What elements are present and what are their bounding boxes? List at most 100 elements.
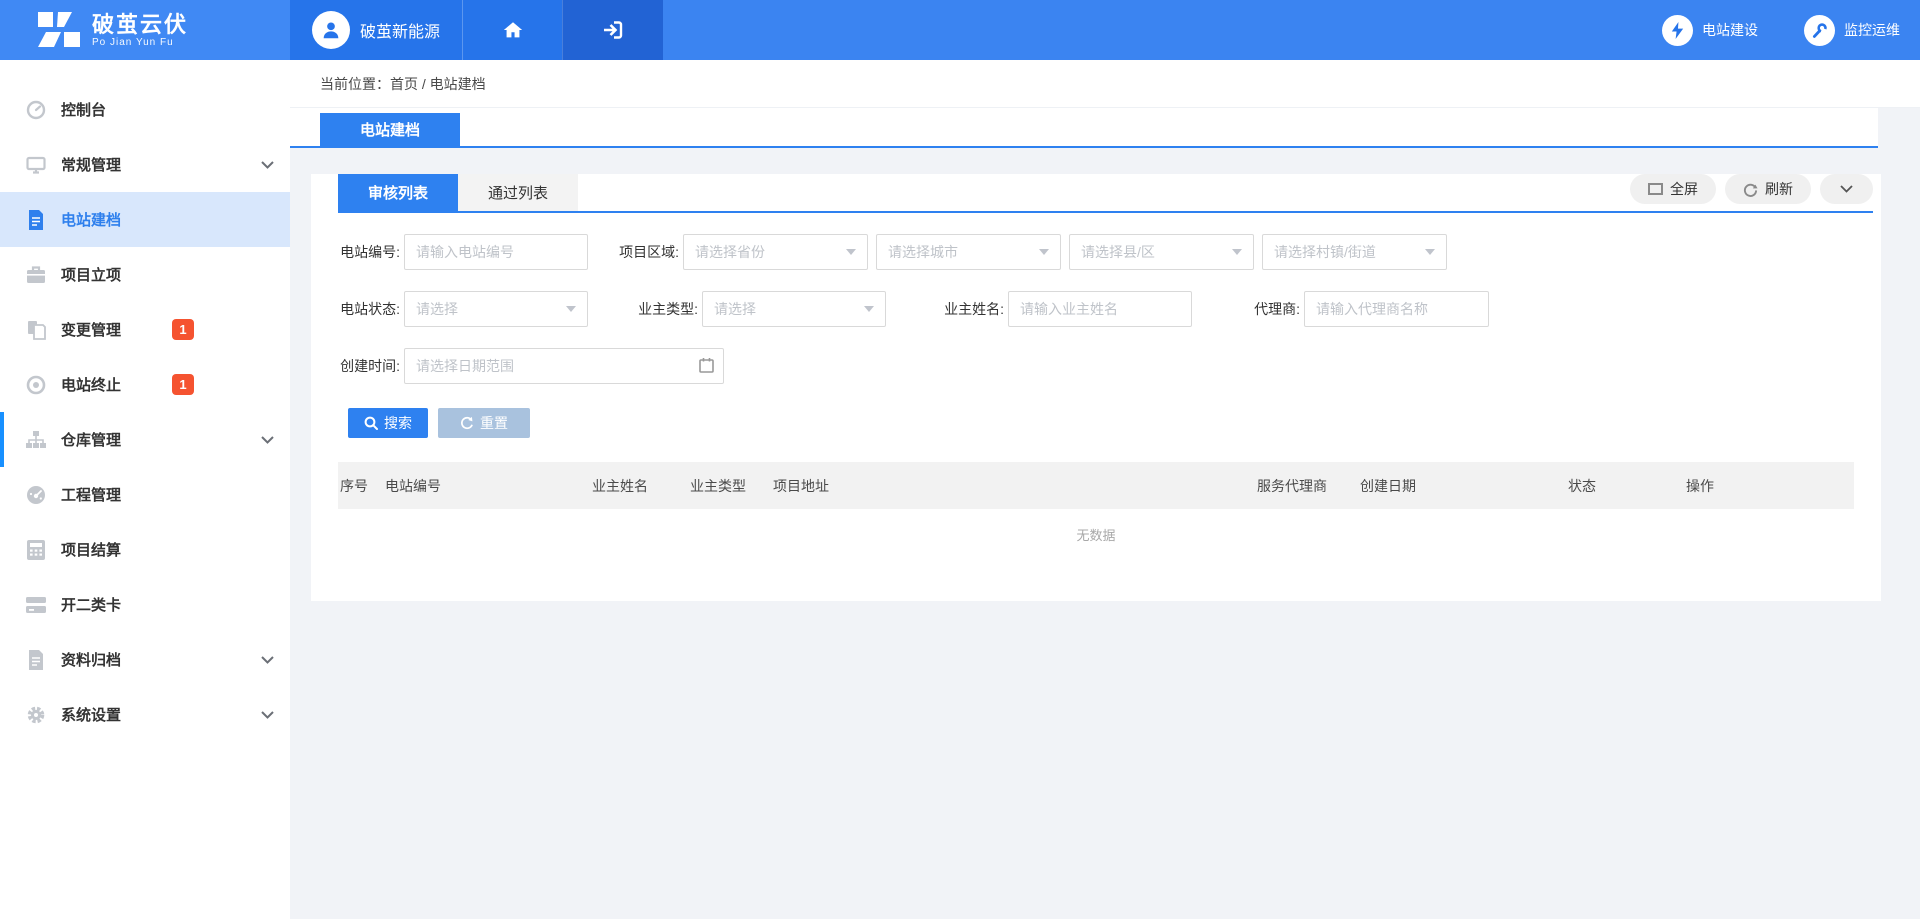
tab-review-list[interactable]: 审核列表 xyxy=(338,174,458,211)
select-placeholder: 请选择 xyxy=(714,299,756,319)
page-tab-bar: 电站建档 xyxy=(290,108,1878,148)
reset-button[interactable]: 重置 xyxy=(438,408,530,438)
nav-station-construction[interactable]: 电站建设 xyxy=(1662,15,1758,46)
tab-passed-list[interactable]: 通过列表 xyxy=(458,174,578,211)
field-label: 业主类型: xyxy=(636,299,698,319)
sidebar-item-general-mgmt[interactable]: 常规管理 xyxy=(0,137,290,192)
refresh-label: 刷新 xyxy=(1765,179,1793,199)
county-select[interactable]: 请选择县/区 xyxy=(1069,234,1254,270)
city-select[interactable]: 请选择城市 xyxy=(876,234,1061,270)
sidebar-item-open-card[interactable]: 开二类卡 xyxy=(0,577,290,632)
monitor-icon xyxy=(25,155,47,175)
refresh-icon xyxy=(1743,182,1758,197)
panel-tab-bar: 审核列表 通过列表 全屏 刷新 xyxy=(338,174,1873,213)
search-button[interactable]: 搜索 xyxy=(348,408,428,438)
province-select[interactable]: 请选择省份 xyxy=(683,234,868,270)
sidebar-item-data-archive[interactable]: 资料归档 xyxy=(0,632,290,687)
user-menu[interactable]: 破茧新能源 xyxy=(290,0,462,60)
lightning-icon xyxy=(1662,15,1693,46)
page-tab-station-filing[interactable]: 电站建档 xyxy=(320,113,460,146)
wrench-icon xyxy=(1804,15,1835,46)
fullscreen-button[interactable]: 全屏 xyxy=(1630,174,1716,204)
column-header: 业主类型 xyxy=(688,476,771,496)
brand-subtitle: Po Jian Yun Fu xyxy=(92,37,188,48)
content-area: 审核列表 通过列表 全屏 刷新 xyxy=(290,148,1920,919)
fullscreen-label: 全屏 xyxy=(1670,179,1698,199)
sidebar-item-system-settings[interactable]: 系统设置 xyxy=(0,687,290,742)
sidebar-item-label: 系统设置 xyxy=(61,704,121,725)
search-label: 搜索 xyxy=(384,413,412,433)
panel-tools: 全屏 刷新 xyxy=(1630,174,1873,204)
column-header: 操作 xyxy=(1684,476,1854,496)
dashboard-icon xyxy=(25,100,47,120)
chevron-down-icon xyxy=(261,436,274,444)
sidebar-item-label: 仓库管理 xyxy=(61,429,121,450)
filter-row-2: 电站状态: 请选择 业主类型: 请选择 业主姓名: 代理商: xyxy=(338,291,1854,327)
select-placeholder: 请选择城市 xyxy=(888,242,958,262)
nav-link-label: 监控运维 xyxy=(1844,20,1900,40)
caret-down-icon xyxy=(1425,249,1435,255)
sidebar-item-label: 开二类卡 xyxy=(61,594,121,615)
select-placeholder: 请选择村镇/街道 xyxy=(1274,242,1376,262)
sidebar-item-station-termination[interactable]: 电站终止 1 xyxy=(0,357,290,412)
sidebar-item-station-filing[interactable]: 电站建档 xyxy=(0,192,290,247)
archive-doc-icon xyxy=(25,650,47,670)
town-select[interactable]: 请选择村镇/街道 xyxy=(1262,234,1447,270)
chevron-down-icon xyxy=(261,161,274,169)
gear-icon xyxy=(25,705,47,725)
empty-state: 无数据 xyxy=(311,509,1881,574)
search-icon xyxy=(364,416,378,430)
home-button[interactable] xyxy=(462,0,562,60)
field-label: 代理商: xyxy=(1238,299,1300,319)
home-icon xyxy=(502,19,524,41)
owner-type-select[interactable]: 请选择 xyxy=(702,291,886,327)
sidebar-item-project-initiation[interactable]: 项目立项 xyxy=(0,247,290,302)
column-header: 项目地址 xyxy=(771,476,1255,496)
pages-icon xyxy=(25,320,47,340)
station-no-input[interactable] xyxy=(404,234,588,270)
top-bar-right: 电站建设 监控运维 xyxy=(663,0,1920,60)
agent-input[interactable] xyxy=(1304,291,1489,327)
sidebar-item-change-mgmt[interactable]: 变更管理 1 xyxy=(0,302,290,357)
chevron-down-icon xyxy=(261,656,274,664)
station-status-select[interactable]: 请选择 xyxy=(404,291,588,327)
sidebar-item-project-settlement[interactable]: 项目结算 xyxy=(0,522,290,577)
main-area: 当前位置： 首页 / 电站建档 电站建档 审核列表 通过列表 全屏 xyxy=(290,60,1920,919)
avatar xyxy=(312,11,350,49)
column-header: 业主姓名 xyxy=(590,476,688,496)
field-label: 电站状态: xyxy=(338,299,400,319)
sidebar-item-label: 项目结算 xyxy=(61,539,121,560)
user-icon xyxy=(320,19,342,41)
refresh-button[interactable]: 刷新 xyxy=(1725,174,1811,204)
column-header: 服务代理商 xyxy=(1255,476,1358,496)
chevron-down-icon xyxy=(261,711,274,719)
card-icon xyxy=(25,597,47,613)
document-icon xyxy=(25,210,47,230)
logout-button[interactable] xyxy=(562,0,663,60)
field-label: 业主姓名: xyxy=(942,299,1004,319)
sidebar-item-warehouse-mgmt[interactable]: 仓库管理 xyxy=(0,412,290,467)
sidebar-item-engineering-mgmt[interactable]: 工程管理 xyxy=(0,467,290,522)
caret-down-icon xyxy=(1232,249,1242,255)
brand-logo-icon xyxy=(38,12,80,48)
fullscreen-icon xyxy=(1648,183,1663,195)
sitemap-icon xyxy=(25,431,47,449)
select-placeholder: 请选择 xyxy=(416,299,458,319)
nav-monitor-ops[interactable]: 监控运维 xyxy=(1804,15,1900,46)
owner-name-input[interactable] xyxy=(1008,291,1192,327)
field-label: 创建时间: xyxy=(338,356,400,376)
reset-icon xyxy=(460,416,474,430)
sidebar-item-console[interactable]: 控制台 xyxy=(0,82,290,137)
brand-title: 破茧云伏 xyxy=(92,13,188,37)
field-label: 电站编号: xyxy=(338,242,400,262)
date-range-input[interactable] xyxy=(404,348,724,384)
calculator-icon xyxy=(25,540,47,560)
panel-card: 审核列表 通过列表 全屏 刷新 xyxy=(311,174,1881,601)
caret-down-icon xyxy=(566,306,576,312)
breadcrumb: 当前位置： 首页 / 电站建档 xyxy=(290,60,1920,108)
column-header: 创建日期 xyxy=(1358,476,1566,496)
collapse-button[interactable] xyxy=(1820,174,1873,204)
chevron-down-icon xyxy=(1840,185,1853,193)
logout-icon xyxy=(601,18,625,42)
sidebar: 控制台 常规管理 电站建档 项目立项 xyxy=(0,60,290,919)
